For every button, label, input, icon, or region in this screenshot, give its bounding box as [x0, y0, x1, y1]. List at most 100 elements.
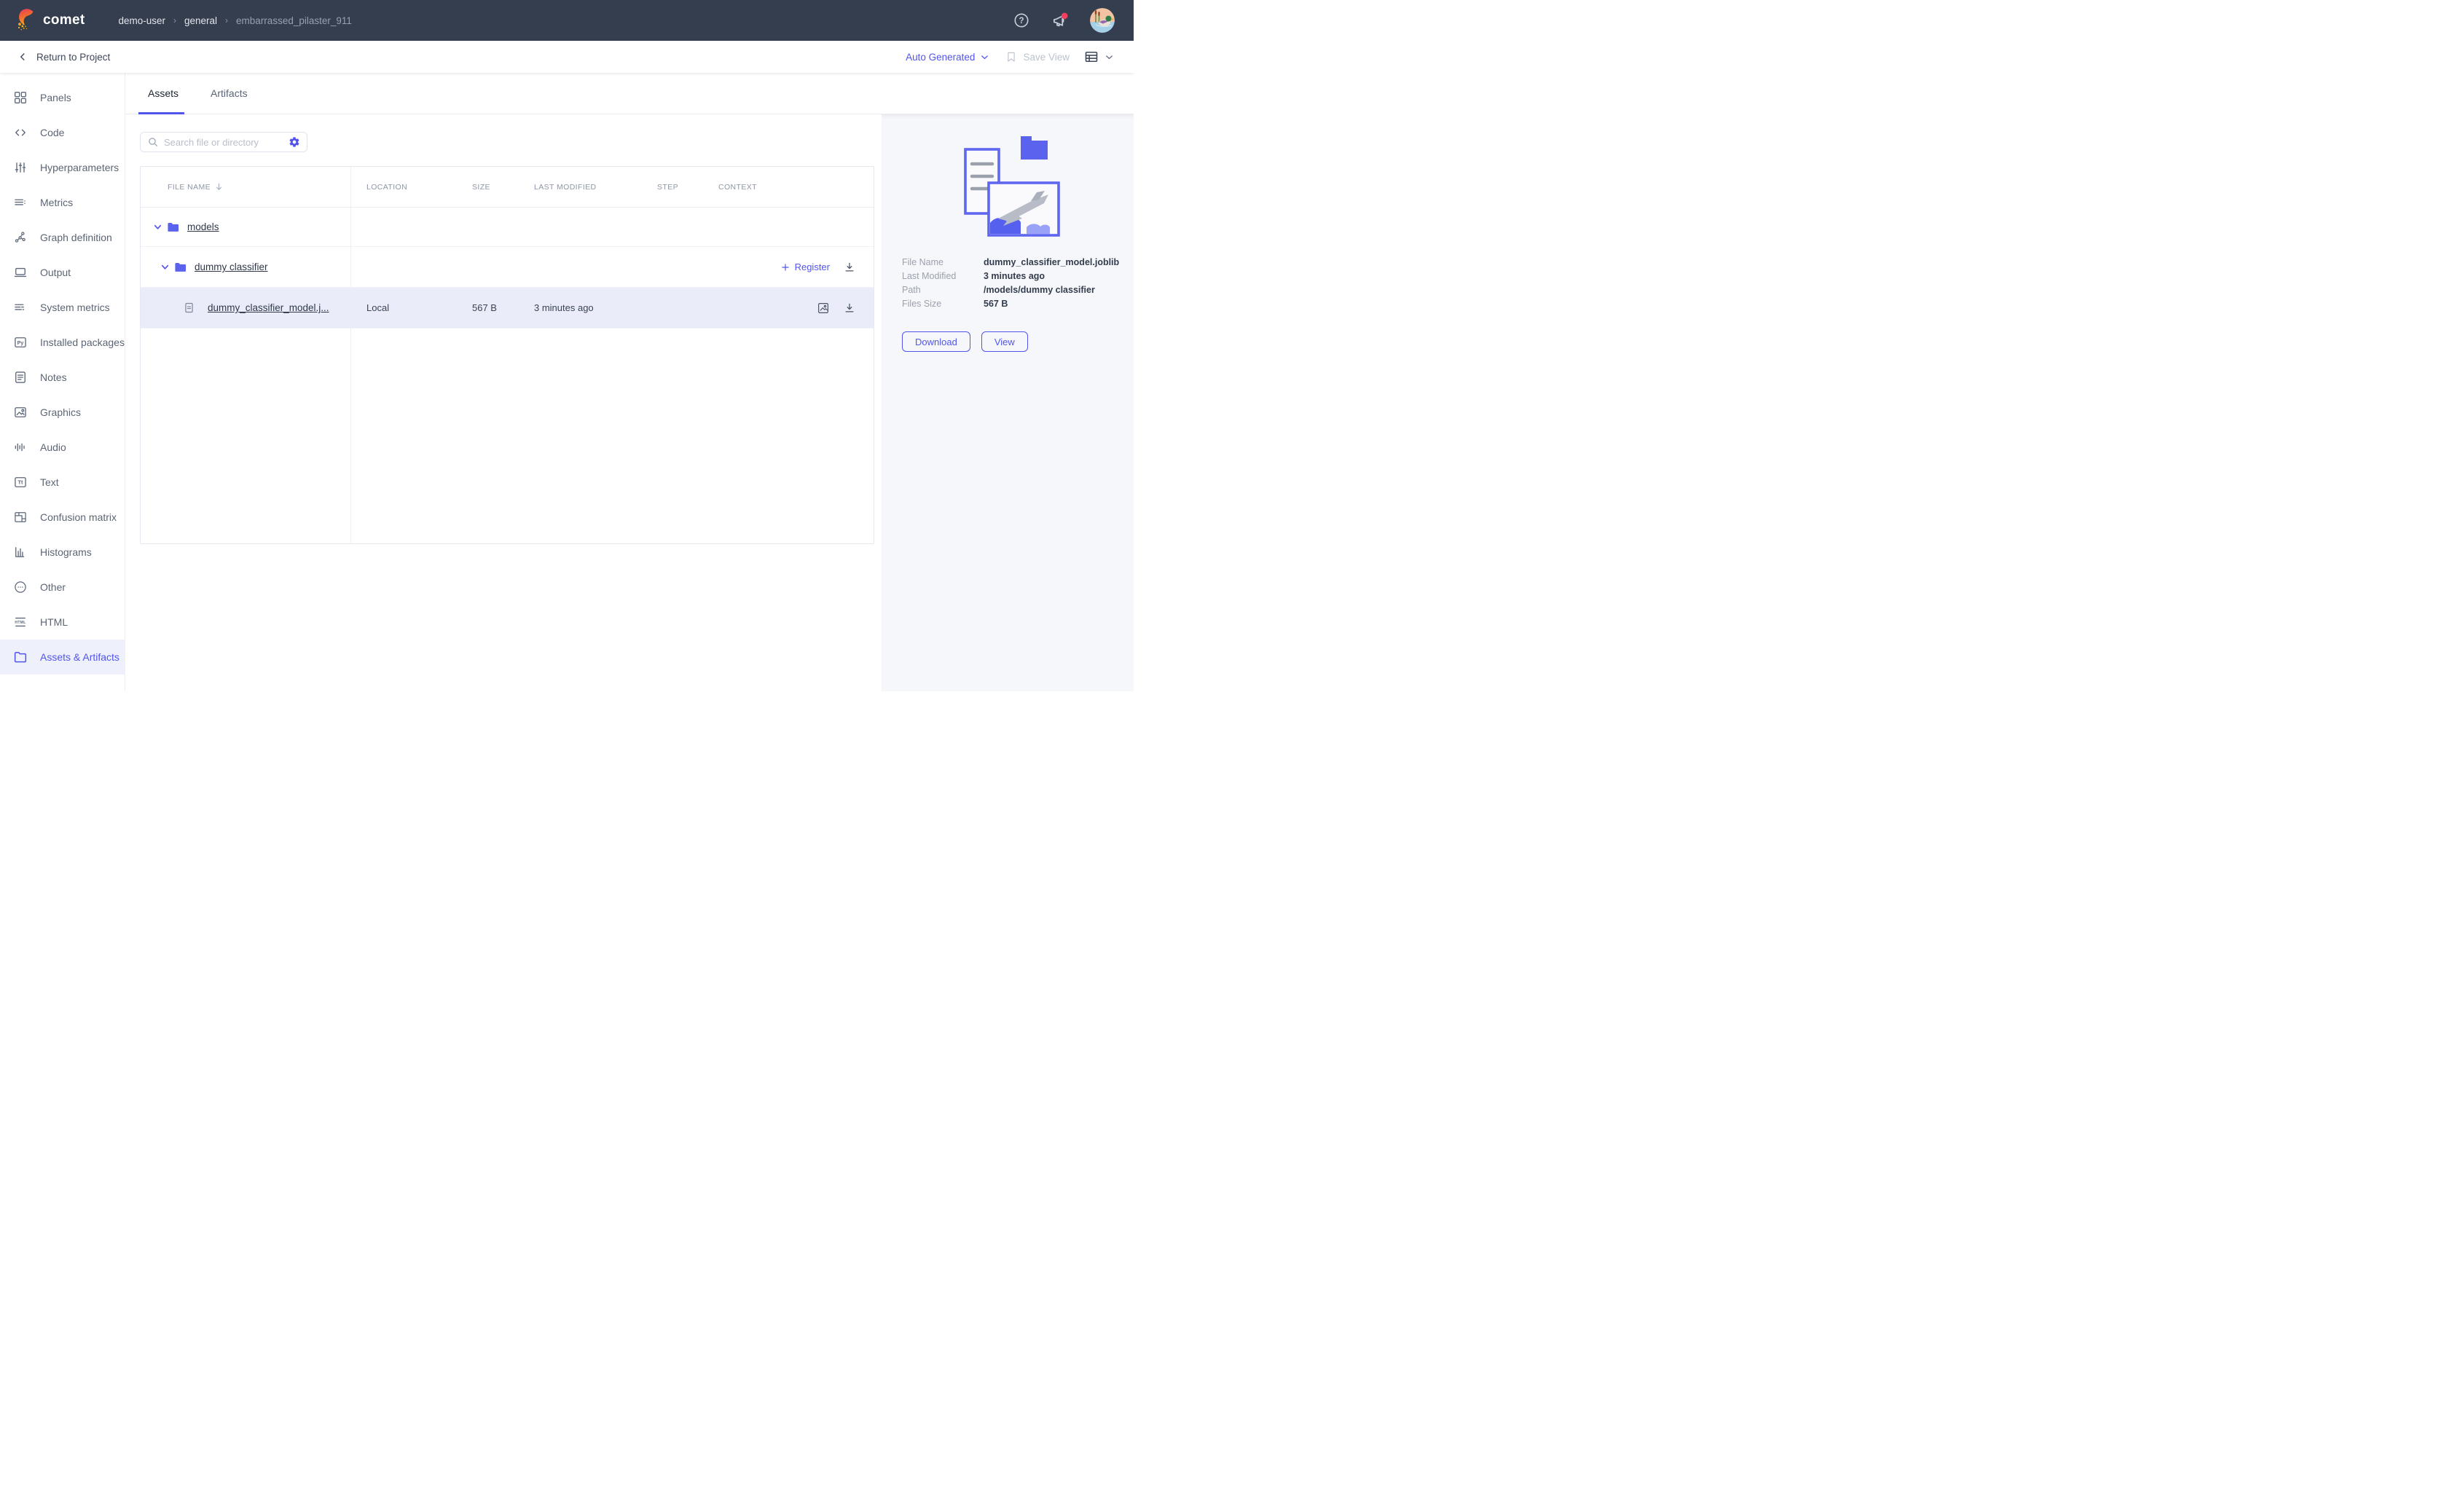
bookmark-icon — [1005, 50, 1018, 63]
sidebar-item-assets-artifacts[interactable]: Assets & Artifacts — [0, 640, 125, 675]
search-settings-gear-icon[interactable] — [289, 136, 300, 148]
view-button[interactable]: View — [981, 331, 1028, 352]
header-label: LOCATION — [366, 183, 407, 192]
header-context: CONTEXT — [718, 167, 757, 207]
expand-chevron-icon[interactable] — [152, 208, 163, 246]
sidebar-item-metrics[interactable]: Metrics — [0, 185, 125, 220]
file-name-link[interactable]: dummy_classifier_model.j... — [208, 288, 329, 328]
breadcrumb-chevron-icon: › — [173, 15, 176, 25]
svg-text:Py: Py — [17, 340, 24, 346]
detail-label: File Name — [902, 256, 984, 270]
detail-row: Path /models/dummy classifier — [902, 283, 1134, 297]
view-selector-dropdown[interactable]: Auto Generated — [906, 52, 990, 63]
row-actions — [817, 288, 856, 328]
file-document-icon — [183, 288, 195, 328]
view-selector-label: Auto Generated — [906, 52, 975, 63]
sidebar-item-other[interactable]: Other — [0, 570, 125, 605]
sidebar-item-label: Hyperparameters — [40, 162, 119, 173]
help-icon[interactable]: ? — [1013, 12, 1030, 29]
view-bar: Return to Project Auto Generated Save Vi… — [0, 41, 1134, 73]
right-column: File Name dummy_classifier_model.joblib … — [882, 73, 1134, 691]
save-view-button[interactable]: Save View — [1005, 50, 1070, 63]
search-input[interactable] — [164, 137, 283, 148]
breadcrumb-project[interactable]: general — [184, 15, 217, 26]
sidebar-item-installed-packages[interactable]: Py Installed packages — [0, 325, 125, 360]
sidebar-item-label: Output — [40, 267, 71, 278]
sidebar-item-code[interactable]: Code — [0, 115, 125, 150]
folder-icon — [13, 650, 28, 664]
detail-row: File Name dummy_classifier_model.joblib — [902, 256, 1134, 270]
download-button[interactable]: Download — [902, 331, 970, 352]
header-label: SIZE — [472, 183, 490, 192]
right-spacer — [882, 73, 1134, 114]
sidebar-item-audio[interactable]: Audio — [0, 430, 125, 465]
main-content: Assets Artifacts FILE NAME — [125, 73, 882, 691]
svg-text:?: ? — [1019, 17, 1024, 25]
sidebar-item-system-metrics[interactable]: System metrics — [0, 290, 125, 325]
assets-table: FILE NAME LOCATION SIZE LAST MODIFIED ST… — [140, 166, 874, 544]
detail-label: Last Modified — [902, 270, 984, 283]
row-actions: Register — [780, 247, 856, 287]
header-location: LOCATION — [366, 167, 407, 207]
sidebar-item-label: Histograms — [40, 546, 92, 558]
search-icon — [147, 136, 159, 148]
logo-wordmark: comet — [43, 12, 85, 28]
tab-assets[interactable]: Assets — [148, 73, 178, 114]
sidebar-item-panels[interactable]: Panels — [0, 80, 125, 115]
histogram-icon — [13, 545, 28, 559]
header-label: LAST MODIFIED — [534, 183, 597, 192]
tab-artifacts[interactable]: Artifacts — [211, 73, 248, 114]
sidebar-item-graphics[interactable]: Graphics — [0, 395, 125, 430]
file-details-list: File Name dummy_classifier_model.joblib … — [882, 256, 1134, 311]
header-label: FILE NAME — [168, 183, 211, 192]
file-row-dummy-classifier-model[interactable]: dummy_classifier_model.j... Local 567 B … — [141, 288, 874, 329]
expand-chevron-icon[interactable] — [160, 247, 170, 287]
detail-value: 567 B — [984, 297, 1008, 311]
sidebar-item-label: Graphics — [40, 406, 81, 418]
download-icon[interactable] — [843, 261, 856, 274]
download-icon[interactable] — [843, 302, 856, 315]
announcements-icon[interactable] — [1051, 11, 1070, 30]
return-to-project-button[interactable]: Return to Project — [16, 50, 110, 63]
sidebar-item-confusion-matrix[interactable]: Confusion matrix — [0, 500, 125, 535]
layout-table-dropdown[interactable] — [1084, 50, 1115, 64]
cell-last-modified: 3 minutes ago — [534, 288, 594, 328]
body-row: Panels Code Hyperparameters Metrics Grap… — [0, 73, 1134, 691]
sidebar-item-label: Text — [40, 476, 59, 488]
folder-icon — [174, 247, 187, 287]
detail-value: /models/dummy classifier — [984, 283, 1095, 297]
user-avatar[interactable] — [1090, 8, 1115, 33]
sidebar-item-label: System metrics — [40, 302, 110, 313]
sidebar-item-label: Graph definition — [40, 232, 112, 243]
register-button[interactable]: Register — [780, 262, 830, 272]
folder-row-models[interactable]: models — [141, 208, 874, 247]
sidebar-item-text[interactable]: Tt Text — [0, 465, 125, 500]
sidebar: Panels Code Hyperparameters Metrics Grap… — [0, 73, 125, 691]
waveform-icon — [13, 440, 28, 455]
preview-image-icon[interactable] — [817, 302, 830, 315]
detail-value: dummy_classifier_model.joblib — [984, 256, 1119, 270]
sidebar-item-output[interactable]: Output — [0, 255, 125, 290]
cell-location: Local — [366, 288, 389, 328]
breadcrumb-user[interactable]: demo-user — [118, 15, 165, 26]
save-view-label: Save View — [1023, 52, 1070, 63]
cell-size: 567 B — [472, 288, 497, 328]
sidebar-item-histograms[interactable]: Histograms — [0, 535, 125, 570]
plus-icon — [780, 262, 790, 272]
sidebar-item-html[interactable]: HTML HTML — [0, 605, 125, 640]
sidebar-item-notes[interactable]: Notes — [0, 360, 125, 395]
comet-logo[interactable]: comet — [15, 7, 85, 34]
folder-name-link[interactable]: models — [187, 208, 219, 246]
header-file-name[interactable]: FILE NAME — [168, 167, 224, 207]
topbar-actions: ? — [1013, 8, 1115, 33]
sidebar-item-graph-definition[interactable]: Graph definition — [0, 220, 125, 255]
folder-name-link[interactable]: dummy classifier — [195, 247, 268, 287]
sort-descending-icon — [214, 182, 224, 192]
sidebar-item-hyperparameters[interactable]: Hyperparameters — [0, 150, 125, 185]
search-box — [140, 132, 307, 152]
breadcrumb-experiment[interactable]: embarrassed_pilaster_911 — [236, 15, 352, 26]
detail-label: Files Size — [902, 297, 984, 311]
image-icon — [13, 405, 28, 420]
app-window: comet demo-user › general › embarrassed_… — [0, 0, 1134, 691]
folder-row-dummy-classifier[interactable]: dummy classifier Register — [141, 247, 874, 288]
